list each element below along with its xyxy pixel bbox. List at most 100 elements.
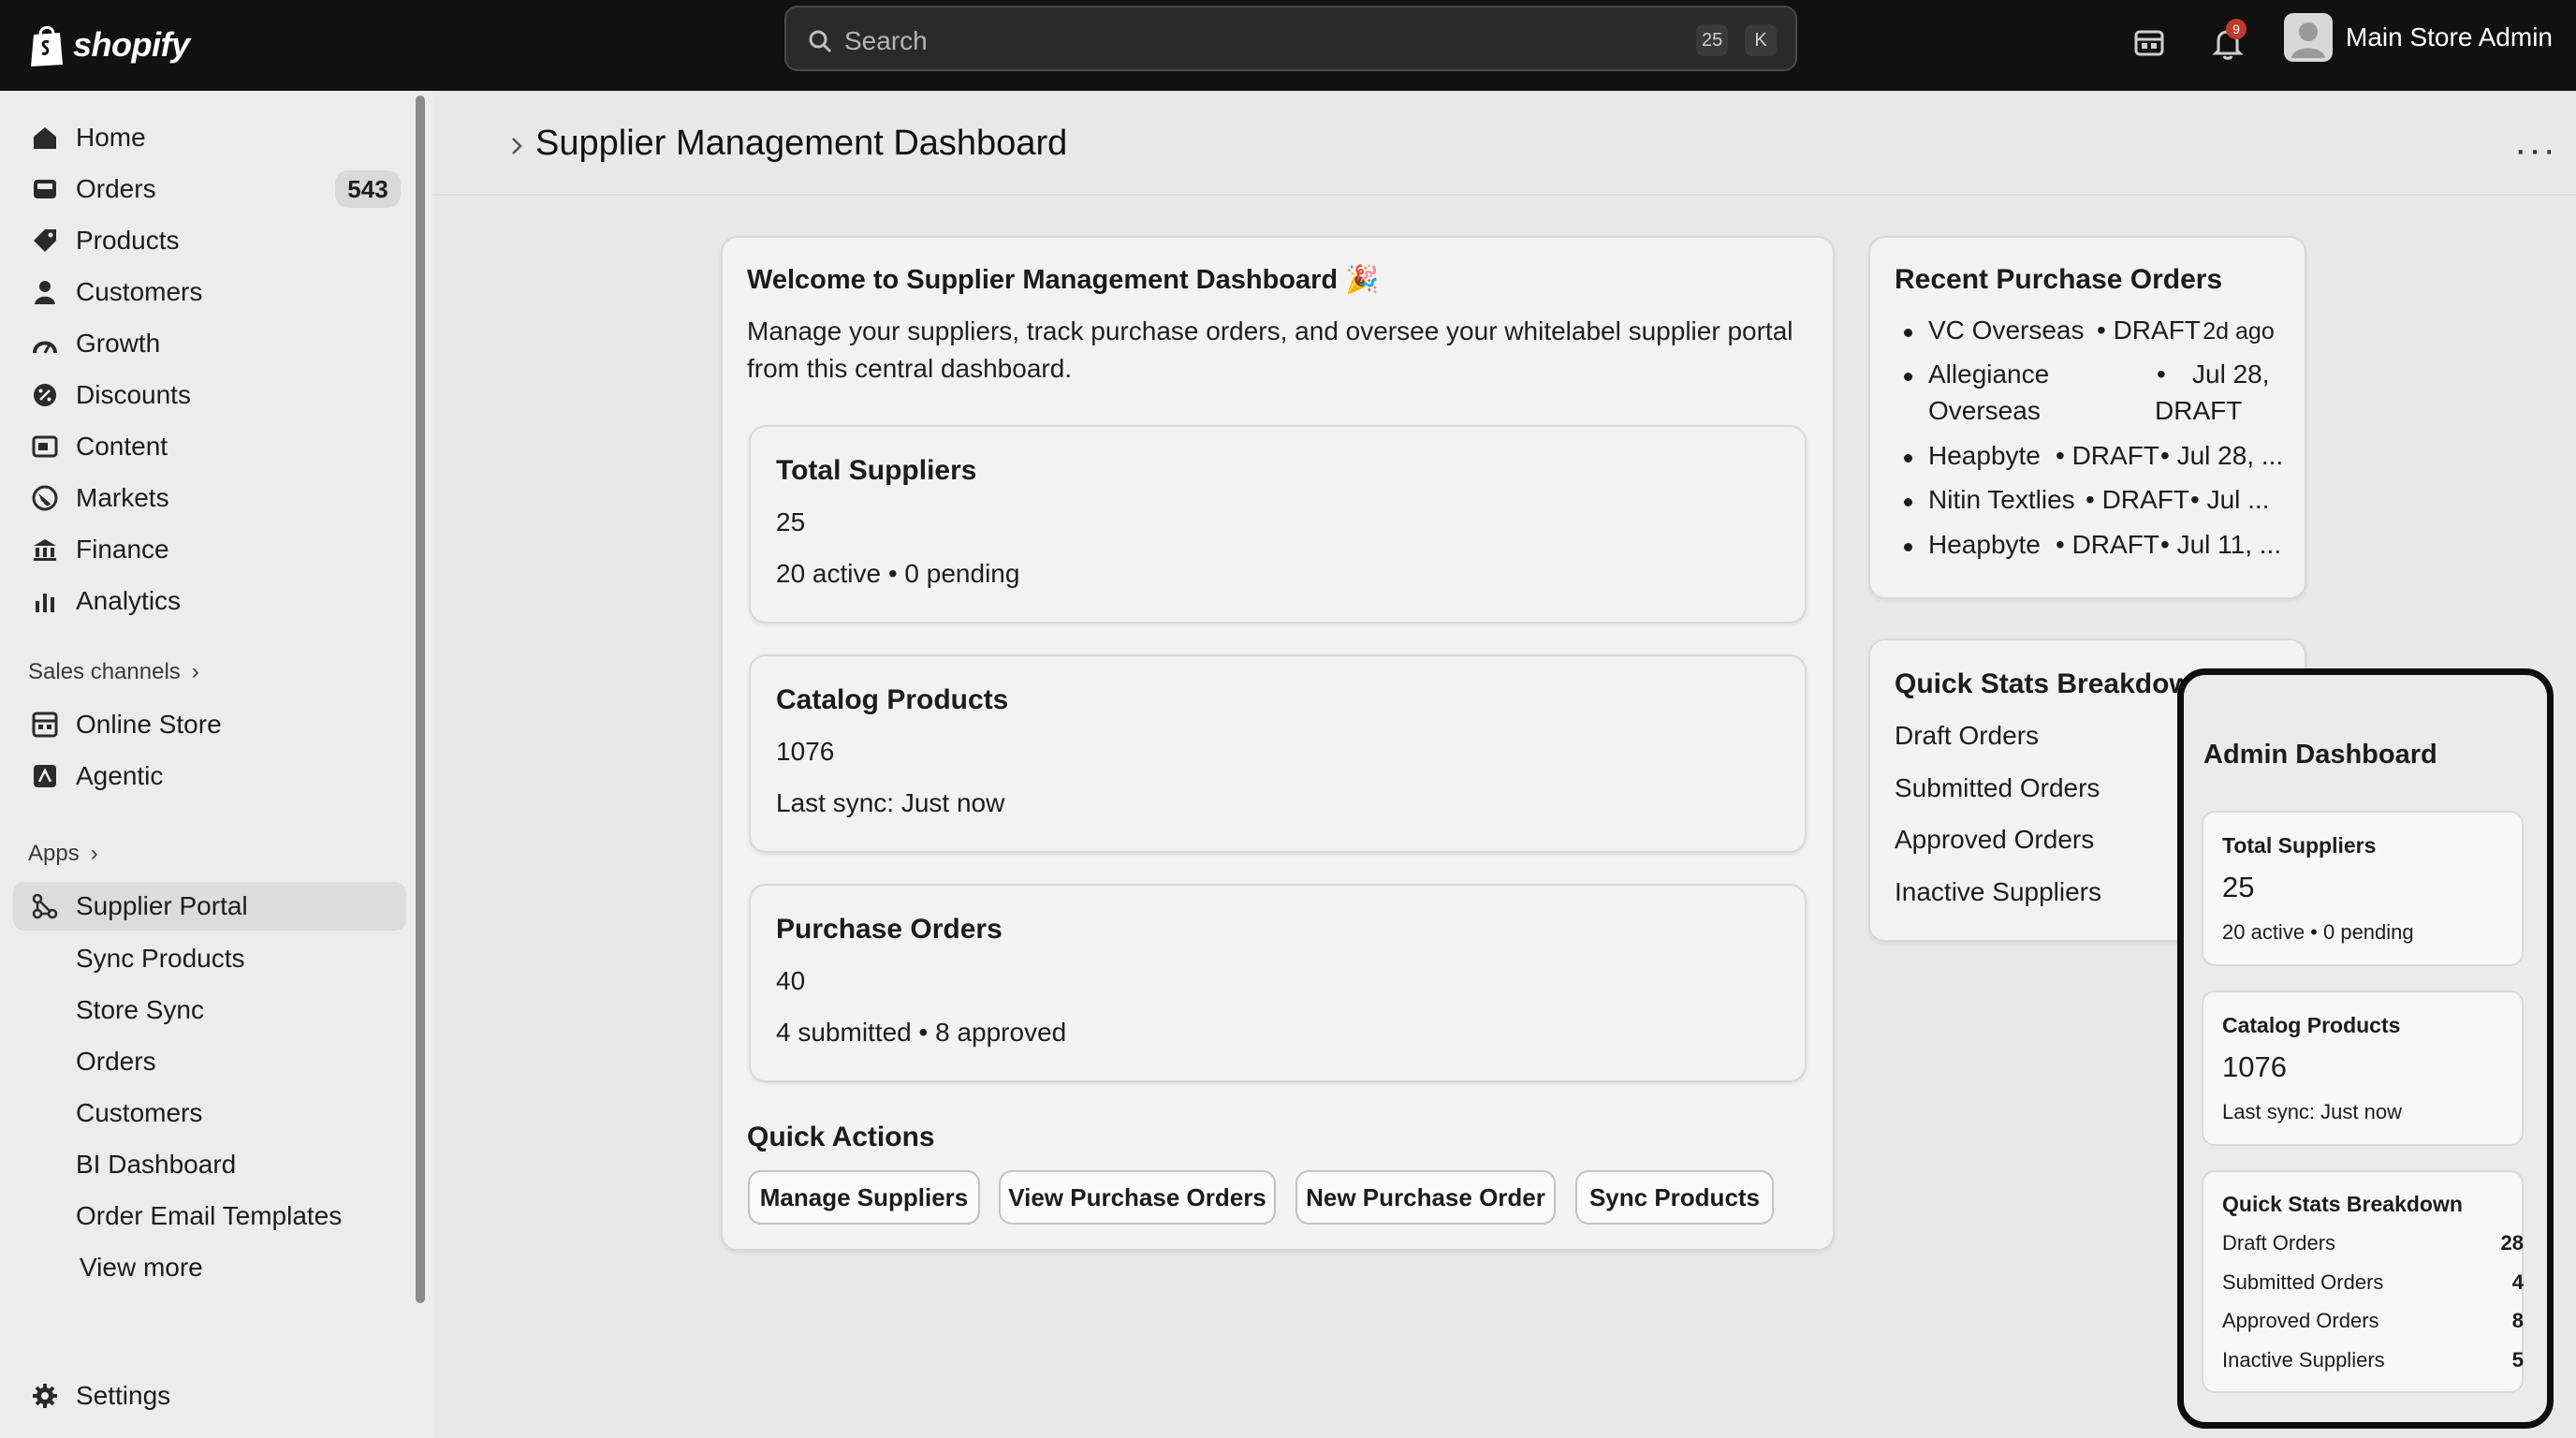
content-icon xyxy=(32,435,58,458)
order-date: Jul 28, xyxy=(2192,360,2270,389)
page-title: Supplier Management Dashboard xyxy=(535,124,1068,163)
person-icon xyxy=(35,281,55,304)
stat-subtext: Last sync: Just now xyxy=(776,788,1005,817)
store-switcher-icon[interactable] xyxy=(2129,22,2170,64)
search-icon xyxy=(809,30,832,53)
manage-suppliers-button[interactable]: Manage Suppliers xyxy=(748,1170,980,1225)
admin-card-subtext: Last sync: Just now xyxy=(2222,1100,2402,1123)
sidebar-item-label: Customers xyxy=(76,277,203,306)
view-more-link[interactable]: View more xyxy=(80,1253,203,1283)
order-date: · 2d ago xyxy=(2188,318,2275,345)
sync-products-button[interactable]: Sync Products xyxy=(1575,1170,1774,1225)
store-icon xyxy=(32,712,58,738)
admin-card-title: Catalog Products xyxy=(2222,1013,2401,1037)
sidebar-item-online-store[interactable]: Online Store xyxy=(13,700,406,749)
admin-card-title: Quick Stats Breakdown xyxy=(2222,1192,2463,1216)
recent-purchase-orders-title: Recent Purchase Orders xyxy=(1895,264,2223,295)
sales-channels-label: Sales channels xyxy=(28,659,181,684)
user-avatar-icon xyxy=(2291,22,2325,58)
order-status: • DRAFT xyxy=(2056,441,2159,470)
orders-count-badge: 543 xyxy=(335,170,401,208)
shortcut-key: 25 xyxy=(1696,24,1729,56)
sidebar-item-label: Online Store xyxy=(76,710,222,739)
chevron-right-icon: › xyxy=(90,841,98,866)
quick-stats-label: Approved Orders xyxy=(1895,825,2095,854)
sidebar-item-label: Discounts xyxy=(76,380,191,409)
sidebar-item-agentic[interactable]: Agentic xyxy=(13,752,406,800)
sidebar-item-products[interactable]: Products xyxy=(13,216,406,265)
sidebar-item-settings[interactable]: Settings xyxy=(13,1372,406,1420)
sidebar-subitem-customers[interactable]: Customers xyxy=(76,1098,202,1128)
sidebar-subitem-store-sync[interactable]: Store Sync xyxy=(76,995,204,1025)
sidebar-scrollbar[interactable] xyxy=(416,95,425,1303)
sidebar-item-customers[interactable]: Customers xyxy=(13,268,406,316)
admin-card-subtext: 20 active • 0 pending xyxy=(2222,920,2414,944)
sidebar-item-label: Content xyxy=(76,432,168,461)
order-supplier[interactable]: Heapbyte xyxy=(1928,530,2041,560)
stat-title: Total Suppliers xyxy=(776,455,977,486)
sidebar-item-orders[interactable]: Orders 543 xyxy=(13,165,406,213)
stat-value: 40 xyxy=(776,966,806,995)
breakdown-row-label: Approved Orders xyxy=(2222,1309,2379,1332)
agentic-icon xyxy=(34,765,56,787)
search-input[interactable]: Search xyxy=(844,26,928,56)
breakdown-row-label: Draft Orders xyxy=(2222,1231,2336,1255)
sidebar-item-markets[interactable]: Markets xyxy=(13,474,406,522)
breakdown-row-value: 28 xyxy=(2500,1231,2524,1255)
quick-actions-title: Quick Actions xyxy=(747,1122,935,1152)
sidebar-subitem-order-email-templates[interactable]: Order Email Templates xyxy=(76,1201,342,1231)
sidebar-subitem-sync-products[interactable]: Sync Products xyxy=(76,944,245,974)
sidebar-item-analytics[interactable]: Analytics xyxy=(13,577,406,625)
list-bullet xyxy=(1904,498,1912,506)
orders-icon xyxy=(34,180,56,198)
sidebar-subitem-bi-dashboard[interactable]: BI Dashboard xyxy=(76,1150,236,1180)
sidebar-subitem-orders[interactable]: Orders xyxy=(76,1047,156,1077)
sidebar-item-growth[interactable]: Growth xyxy=(13,319,406,368)
stat-subtext: 20 active • 0 pending xyxy=(776,559,1020,588)
quick-stats-label: Submitted Orders xyxy=(1895,773,2100,802)
new-purchase-order-button[interactable]: New Purchase Order xyxy=(1295,1170,1556,1225)
welcome-description: Manage your suppliers, track purchase or… xyxy=(747,316,1793,383)
notification-badge: 9 xyxy=(2226,19,2247,39)
avatar[interactable] xyxy=(2284,13,2333,62)
shopify-bag-icon xyxy=(31,25,63,66)
chevron-right-icon[interactable] xyxy=(507,133,526,159)
sidebar-item-supplier-portal[interactable]: Supplier Portal xyxy=(13,882,406,931)
sidebar-item-discounts[interactable]: Discounts xyxy=(13,371,406,419)
view-purchase-orders-button[interactable]: View Purchase Orders xyxy=(999,1170,1276,1225)
shopify-logo[interactable]: shopify xyxy=(28,17,190,73)
breakdown-row-label: Submitted Orders xyxy=(2222,1270,2384,1294)
sidebar-item-label: Growth xyxy=(76,329,161,358)
sidebar-item-finance[interactable]: Finance xyxy=(13,525,406,574)
list-bullet xyxy=(1904,329,1912,337)
brand-name: shopify xyxy=(73,25,190,64)
breakdown-row-value: 8 xyxy=(2511,1309,2524,1332)
sidebar-item-home[interactable]: Home xyxy=(13,113,406,162)
list-bullet xyxy=(1904,373,1912,381)
order-supplier[interactable]: Overseas xyxy=(1928,396,2041,426)
sales-channels-heading[interactable]: Sales channels › xyxy=(28,659,199,685)
globe-icon xyxy=(32,485,58,511)
search-bar[interactable]: Search 25 K xyxy=(784,6,1797,71)
user-name[interactable]: Main Store Admin xyxy=(2346,22,2553,52)
list-bullet xyxy=(1904,454,1912,462)
apps-label: Apps xyxy=(28,841,80,866)
order-status: • xyxy=(2157,360,2166,389)
quick-stats-label: Draft Orders xyxy=(1895,721,2040,750)
admin-card-title: Total Suppliers xyxy=(2222,833,2377,858)
sidebar-item-label: Orders xyxy=(76,174,156,203)
more-actions-button[interactable]: ··· xyxy=(2514,129,2557,171)
welcome-title: Welcome to Supplier Management Dashboard… xyxy=(747,265,1380,295)
sidebar-item-content[interactable]: Content xyxy=(13,422,406,471)
stat-value: 25 xyxy=(776,507,806,536)
order-supplier[interactable]: VC Overseas xyxy=(1928,315,2085,345)
apps-heading[interactable]: Apps › xyxy=(28,841,98,867)
order-status: DRAFT xyxy=(2155,396,2243,425)
top-bar: shopify Search 25 K 9 Main Store Admin xyxy=(0,0,2576,91)
chevron-right-icon: › xyxy=(191,659,199,684)
order-supplier[interactable]: Allegiance xyxy=(1928,360,2049,389)
admin-card-value: 1076 xyxy=(2222,1050,2287,1083)
breakdown-row-value: 5 xyxy=(2511,1348,2524,1372)
order-supplier[interactable]: Nitin Textlies xyxy=(1928,485,2075,515)
order-supplier[interactable]: Heapbyte xyxy=(1928,441,2041,471)
